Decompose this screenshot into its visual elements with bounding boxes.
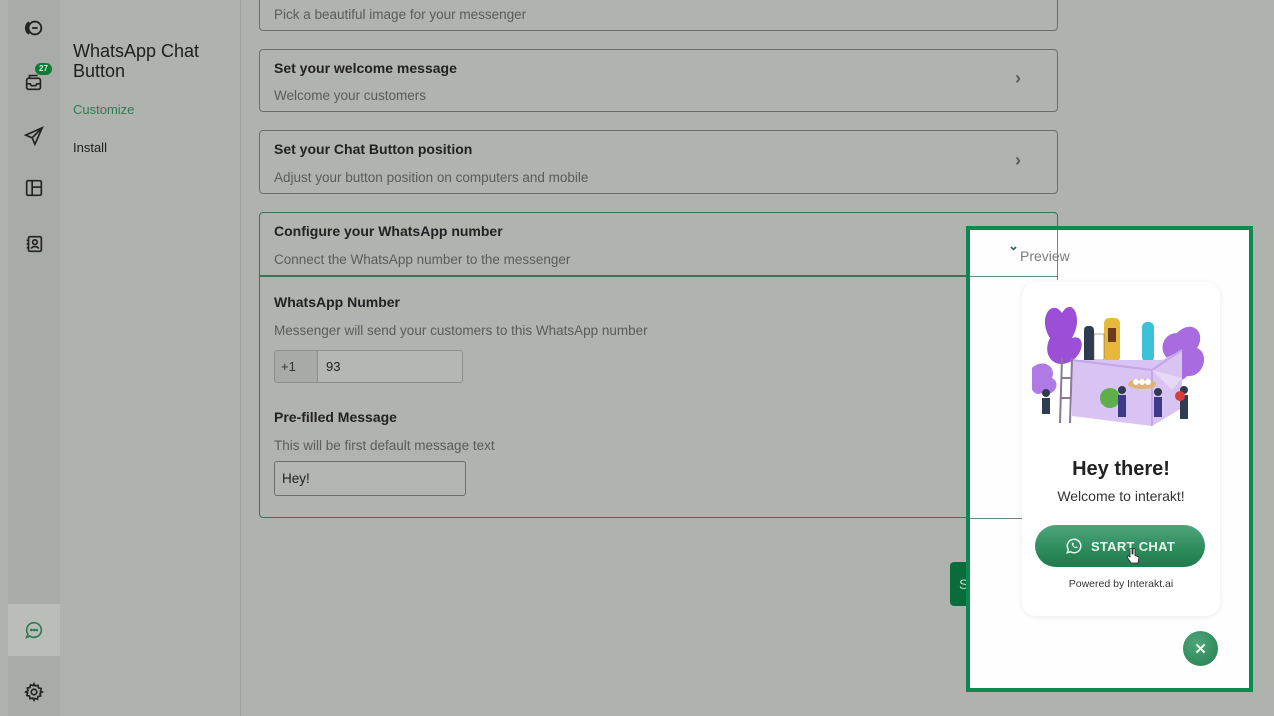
chevron-down-icon[interactable]: ⌄ (1008, 238, 1019, 254)
section-title: Set your welcome message (274, 60, 457, 76)
phone-input-group: +1 93 (274, 350, 463, 383)
rail-item-campaigns[interactable] (8, 110, 60, 162)
chevron-right-icon: › (1015, 0, 1021, 6)
widget-subtitle: Welcome to interakt! (1057, 488, 1185, 504)
country-code-select[interactable]: +1 (275, 351, 318, 382)
rail-item-layout[interactable] (8, 162, 60, 214)
close-widget-button[interactable]: ✕ (1183, 631, 1218, 666)
chevron-right-icon: › (1015, 150, 1021, 170)
section-welcome-message[interactable]: Set your welcome message Welcome your cu… (259, 49, 1058, 112)
preview-label: Preview (1020, 248, 1070, 264)
section-image[interactable]: Pick a beautiful image for your messenge… (259, 0, 1058, 31)
section-whatsapp-number: Configure your WhatsApp number Connect t… (259, 212, 1058, 518)
rail-item-chat-widget[interactable] (8, 604, 60, 656)
icon-rail: 27 (8, 0, 60, 716)
whatsapp-number-help: Messenger will send your customers to th… (274, 323, 648, 338)
subnav-customize[interactable]: Customize (73, 102, 134, 117)
chevron-right-icon: › (1015, 68, 1021, 88)
section-subtitle: Connect the WhatsApp number to the messe… (274, 252, 571, 267)
start-chat-button[interactable]: START CHAT (1035, 525, 1205, 567)
ghost-card-bottom (970, 518, 1022, 519)
section-title[interactable]: Configure your WhatsApp number (274, 223, 503, 239)
section-title: Set your Chat Button position (274, 141, 473, 157)
sub-navigation: WhatsApp Chat Button Customize Install (60, 0, 241, 716)
section-divider (260, 275, 1057, 277)
close-icon: ✕ (1194, 640, 1207, 658)
gear-icon (24, 682, 44, 702)
conversations-icon (24, 20, 43, 36)
section-button-position[interactable]: Set your Chat Button position Adjust you… (259, 130, 1058, 194)
page-title: WhatsApp Chat Button (73, 41, 200, 81)
section-subtitle: Welcome your customers (274, 88, 427, 103)
rail-item-conversations[interactable] (8, 2, 60, 54)
chat-bubble-icon (25, 621, 43, 639)
phone-number-input[interactable]: 93 (318, 351, 462, 382)
hand-cursor-icon (1126, 548, 1140, 564)
whatsapp-icon (1066, 538, 1082, 554)
section-subtitle: Adjust your button position on computers… (274, 170, 589, 185)
inbox-badge: 27 (35, 63, 52, 75)
ghost-card-divider (970, 276, 1058, 277)
widget-title: Hey there! (1072, 458, 1170, 480)
section-subtitle: Pick a beautiful image for your messenge… (274, 7, 527, 22)
rail-item-contacts[interactable] (8, 218, 60, 270)
prefilled-message-help: This will be first default message text (274, 438, 495, 453)
rail-item-settings[interactable] (8, 666, 60, 716)
send-icon (23, 126, 44, 147)
prefilled-message-input[interactable]: Hey! (274, 461, 466, 496)
prefilled-message-label: Pre-filled Message (274, 409, 397, 425)
chat-widget-preview: Hey there! Welcome to interakt! START CH… (1022, 282, 1220, 616)
contacts-icon (26, 235, 43, 253)
layout-icon (25, 179, 43, 197)
whatsapp-number-label: WhatsApp Number (274, 294, 400, 310)
rail-item-inbox[interactable]: 27 (8, 56, 60, 108)
subnav-install[interactable]: Install (73, 140, 107, 155)
grocery-box-illustration (1032, 306, 1205, 426)
preview-panel: ⌄ Preview Hey there! Welcome to interakt… (966, 226, 1253, 692)
powered-by-text: Powered by Interakt.ai (1068, 578, 1174, 590)
